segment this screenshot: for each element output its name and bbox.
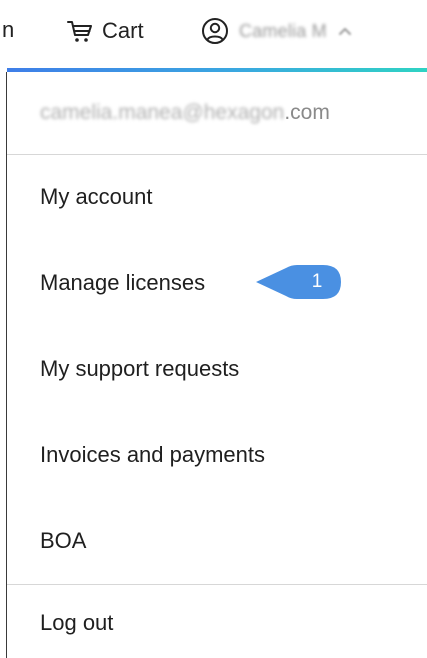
- top-header: n Cart Camelia M: [0, 0, 427, 70]
- user-name: Camelia M: [239, 20, 327, 41]
- user-email-prefix: camelia.manea@hexagon: [40, 101, 285, 124]
- menu-item-label: Invoices and payments: [40, 442, 266, 467]
- header-cut-text: n: [2, 17, 15, 42]
- account-dropdown-page: n Cart Camelia M camelia.manea@hexagon.c…: [0, 0, 427, 658]
- cart-label: Cart: [102, 18, 144, 43]
- cart-icon: [66, 17, 94, 45]
- menu-item-my-account[interactable]: My account: [7, 154, 427, 240]
- menu-item-label: My account: [40, 184, 153, 209]
- user-menu-button[interactable]: Camelia M: [201, 14, 353, 48]
- user-icon: [201, 17, 229, 45]
- email-row: camelia.manea@hexagon.com: [7, 72, 427, 154]
- user-email: camelia.manea@hexagon.com: [40, 101, 330, 125]
- chevron-up-icon: [337, 23, 353, 39]
- menu-item-label: Manage licenses: [40, 270, 206, 295]
- menu-item-label: My support requests: [40, 356, 240, 381]
- menu-item-invoices-and-payments[interactable]: Invoices and payments: [7, 412, 427, 498]
- user-email-suffix: .com: [284, 101, 330, 124]
- divider-bottom: [7, 584, 427, 585]
- menu-item-my-support-requests[interactable]: My support requests: [7, 326, 427, 412]
- log-out-label: Log out: [40, 610, 114, 635]
- cart-button[interactable]: Cart: [66, 14, 144, 48]
- menu-item-label: BOA: [40, 528, 87, 553]
- menu-item-log-out[interactable]: Log out: [7, 588, 427, 658]
- menu-item-manage-licenses[interactable]: Manage licenses: [7, 240, 427, 326]
- menu-item-boa[interactable]: BOA: [7, 498, 427, 584]
